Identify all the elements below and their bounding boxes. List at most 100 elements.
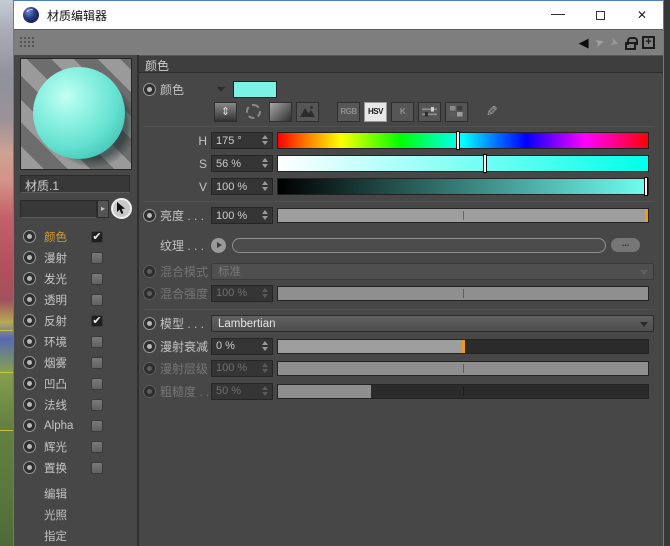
rgb-mode-button[interactable]: RGB bbox=[337, 102, 360, 122]
channel-radio-icon[interactable] bbox=[23, 461, 36, 474]
channel-row-辉光[interactable]: 辉光 bbox=[14, 436, 137, 457]
preview-expand-button[interactable]: ▸ bbox=[97, 200, 109, 218]
mix-strength-radio-icon bbox=[143, 287, 156, 300]
channel-row-环境[interactable]: 环境 bbox=[14, 331, 137, 352]
diffuse-falloff-label: 漫射衰减 bbox=[160, 338, 211, 355]
color-swatch[interactable] bbox=[233, 81, 277, 98]
image-picker-icon[interactable] bbox=[296, 102, 319, 122]
roughness-spinner: 50 % bbox=[211, 383, 273, 400]
hue-spinner[interactable]: 175 ° bbox=[211, 132, 273, 149]
diffuse-falloff-spinner[interactable]: 0 % bbox=[211, 338, 273, 355]
diffuse-level-label: 漫射层级 bbox=[160, 360, 211, 377]
channel-list: 颜色✔漫射发光透明反射✔环境烟雾凹凸法线Alpha辉光置换 bbox=[14, 226, 137, 478]
saturation-spinner[interactable]: 56 % bbox=[211, 155, 273, 172]
hsv-mode-button[interactable]: HSV bbox=[364, 102, 387, 122]
channel-checkbox[interactable] bbox=[91, 273, 103, 285]
back-arrow-icon[interactable]: ◀ bbox=[579, 36, 589, 49]
maximize-button[interactable] bbox=[579, 1, 621, 29]
drag-grip[interactable] bbox=[19, 36, 36, 49]
channel-row-法线[interactable]: 法线 bbox=[14, 394, 137, 415]
channel-radio-icon[interactable] bbox=[23, 335, 36, 348]
spinner-arrows-icon[interactable] bbox=[262, 158, 269, 168]
value-slider[interactable] bbox=[277, 178, 649, 195]
channel-label: 漫射 bbox=[44, 250, 89, 266]
texture-expand-icon[interactable] bbox=[211, 238, 226, 253]
channel-radio-icon[interactable] bbox=[23, 440, 36, 453]
channel-radio-icon[interactable] bbox=[23, 356, 36, 369]
titlebar[interactable]: 材质编辑器 — ✕ bbox=[14, 1, 663, 29]
channel-row-烟雾[interactable]: 烟雾 bbox=[14, 352, 137, 373]
channel-row-反射[interactable]: 反射✔ bbox=[14, 310, 137, 331]
channel-checkbox[interactable]: ✔ bbox=[91, 315, 103, 327]
channel-row-透明[interactable]: 透明 bbox=[14, 289, 137, 310]
color-wheel-icon[interactable] bbox=[246, 104, 261, 119]
channel-checkbox[interactable] bbox=[91, 378, 103, 390]
cursor-arrow-icon bbox=[116, 202, 127, 215]
channel-radio-icon[interactable] bbox=[23, 314, 36, 327]
sidebar-action-指定[interactable]: 指定 bbox=[14, 525, 137, 546]
spinner-arrows-icon[interactable] bbox=[262, 341, 269, 351]
value-handle[interactable] bbox=[644, 177, 648, 196]
add-tab-button[interactable]: + bbox=[642, 36, 655, 49]
channel-radio-icon[interactable] bbox=[23, 230, 36, 243]
channel-radio-icon[interactable] bbox=[23, 293, 36, 306]
channel-radio-icon[interactable] bbox=[23, 419, 36, 432]
channel-checkbox[interactable] bbox=[91, 399, 103, 411]
model-radio-icon[interactable] bbox=[143, 317, 156, 330]
color-radio-icon[interactable] bbox=[143, 83, 156, 96]
channel-checkbox[interactable] bbox=[91, 462, 103, 474]
saturation-handle[interactable] bbox=[483, 154, 487, 173]
mixer-icon[interactable] bbox=[418, 102, 441, 122]
preview-type-field[interactable] bbox=[20, 200, 97, 218]
material-preview[interactable] bbox=[20, 58, 132, 170]
lock-icon[interactable] bbox=[625, 42, 636, 50]
material-name-field[interactable]: 材质.1 bbox=[20, 175, 130, 193]
channel-row-凹凸[interactable]: 凹凸 bbox=[14, 373, 137, 394]
k-mode-button[interactable]: K bbox=[391, 102, 414, 122]
brightness-radio-icon[interactable] bbox=[143, 209, 156, 222]
channel-checkbox[interactable] bbox=[91, 294, 103, 306]
channel-row-颜色[interactable]: 颜色✔ bbox=[14, 226, 137, 247]
spinner-arrows-icon[interactable] bbox=[262, 210, 269, 220]
sidebar-action-光照[interactable]: 光照 bbox=[14, 504, 137, 525]
channel-radio-icon[interactable] bbox=[23, 251, 36, 264]
channel-checkbox[interactable] bbox=[91, 420, 103, 432]
channel-row-Alpha[interactable]: Alpha bbox=[14, 415, 137, 436]
channel-checkbox[interactable] bbox=[91, 252, 103, 264]
section-header: 颜色 bbox=[139, 55, 663, 73]
channel-radio-icon[interactable] bbox=[23, 272, 36, 285]
channel-checkbox[interactable] bbox=[91, 441, 103, 453]
pick-material-button[interactable] bbox=[111, 198, 132, 219]
diffuse-level-radio-icon bbox=[143, 362, 156, 375]
swatches-icon[interactable] bbox=[445, 102, 468, 122]
close-button[interactable]: ✕ bbox=[621, 1, 663, 29]
channel-checkbox[interactable] bbox=[91, 357, 103, 369]
channel-row-置换[interactable]: 置换 bbox=[14, 457, 137, 478]
brightness-slider[interactable] bbox=[277, 208, 649, 223]
hue-handle[interactable] bbox=[456, 131, 460, 150]
gradient-picker-icon[interactable] bbox=[269, 102, 292, 122]
spinner-arrows-icon[interactable] bbox=[262, 135, 269, 145]
brightness-spinner[interactable]: 100 % bbox=[211, 207, 273, 224]
channel-row-漫射[interactable]: 漫射 bbox=[14, 247, 137, 268]
value-spinner[interactable]: 100 % bbox=[211, 178, 273, 195]
expand-triangle-icon[interactable] bbox=[217, 87, 225, 92]
model-dropdown[interactable]: Lambertian bbox=[211, 315, 654, 332]
texture-field[interactable] bbox=[232, 238, 606, 253]
channel-checkbox[interactable] bbox=[91, 336, 103, 348]
channel-row-发光[interactable]: 发光 bbox=[14, 268, 137, 289]
saturation-slider[interactable] bbox=[277, 155, 649, 172]
diffuse-falloff-slider[interactable] bbox=[277, 339, 649, 354]
hue-slider[interactable] bbox=[277, 132, 649, 149]
compact-picker-icon[interactable]: ⇕ bbox=[214, 102, 237, 122]
diffuse-falloff-radio-icon[interactable] bbox=[143, 340, 156, 353]
channel-radio-icon[interactable] bbox=[23, 377, 36, 390]
eyedropper-icon[interactable]: ✎ bbox=[486, 103, 498, 120]
channel-radio-icon[interactable] bbox=[23, 398, 36, 411]
texture-browse-button[interactable]: ... bbox=[611, 238, 640, 252]
channel-checkbox[interactable]: ✔ bbox=[91, 231, 103, 243]
channel-label: 颜色 bbox=[44, 229, 89, 245]
minimize-button[interactable]: — bbox=[537, 1, 579, 29]
spinner-arrows-icon[interactable] bbox=[262, 181, 269, 191]
sidebar-action-编辑[interactable]: 编辑 bbox=[14, 483, 137, 504]
